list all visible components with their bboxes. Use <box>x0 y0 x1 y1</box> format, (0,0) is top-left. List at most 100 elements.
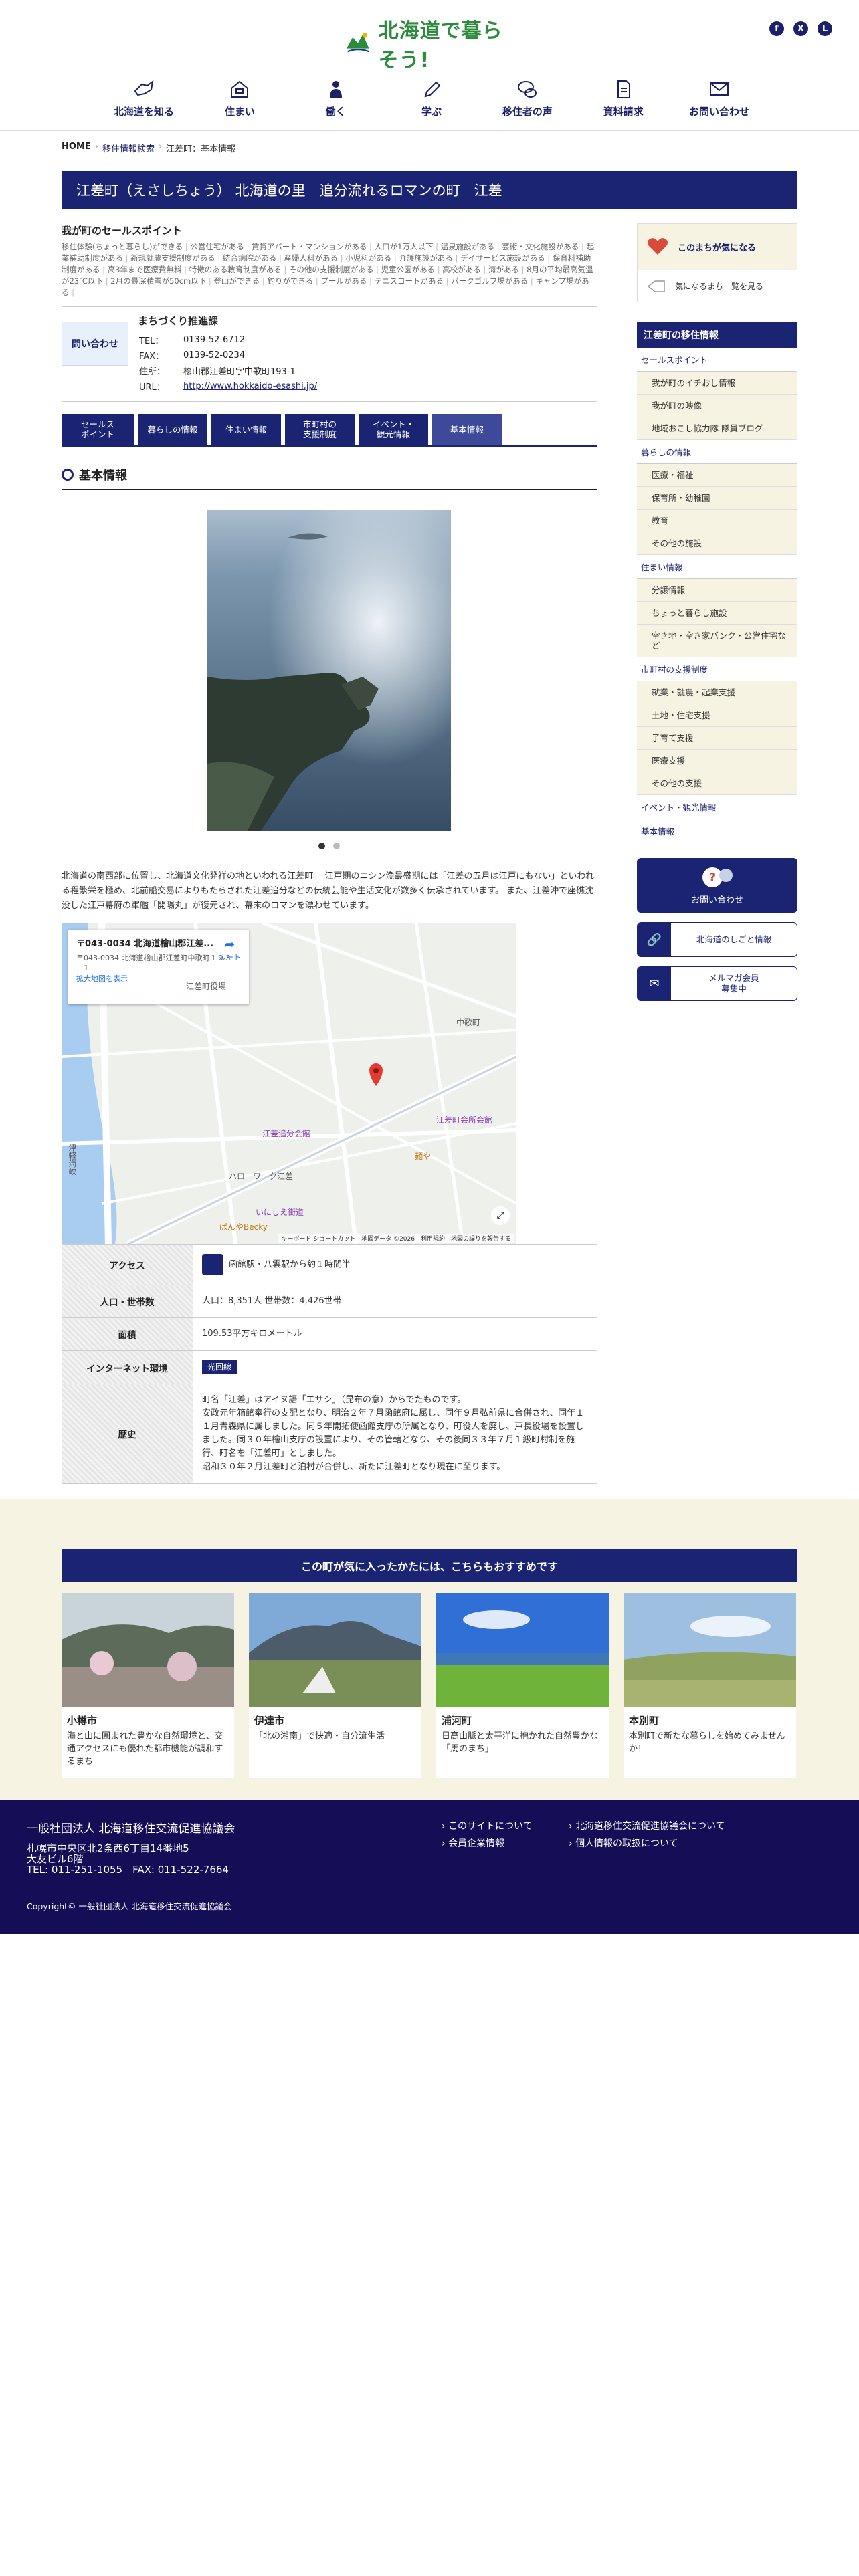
fullscreen-icon[interactable]: ⤢ <box>491 1206 510 1225</box>
slider-dot[interactable] <box>318 843 325 849</box>
footer-copyright: Copyright© 一般社団法人 北海道移住交流促進協議会 <box>27 1901 232 1911</box>
map-info-card: 〒043-0034 北海道檜山郡江差... 〒043-0034 北海道檜山郡江差… <box>68 930 249 1004</box>
map-route-button[interactable]: ➦ ルート <box>219 938 241 962</box>
map-enlarge-link[interactable]: 拡大地図を表示 <box>76 974 128 983</box>
question-bubble-icon: ? <box>702 867 733 887</box>
sidebar-item[interactable]: 分譲情報 <box>637 579 797 602</box>
section-title: 基本情報 <box>79 469 127 483</box>
nav-materials[interactable]: 資料請求 <box>593 79 654 118</box>
nav-label: 資料請求 <box>603 106 644 118</box>
nav-voices[interactable]: 移住者の声 <box>497 79 557 118</box>
nav-learn[interactable]: 学ぶ <box>401 79 462 118</box>
sidebar-item[interactable]: 土地・住宅支援 <box>637 704 797 727</box>
recommend-card[interactable]: 伊達市 「北の湘南」で快適・自分流生活 <box>249 1593 421 1778</box>
inquiry-label: お問い合わせ <box>690 895 743 905</box>
contact-row: 住所： 桧山郡江差町字中歌町193-1 <box>139 364 317 378</box>
recommend-card[interactable]: 浦河町 日高山脈と太平洋に抱かれた自然豊かな「馬のまち」 <box>436 1593 609 1778</box>
mailmag-link[interactable]: ✉ メルマガ会員 募集中 <box>637 966 797 1001</box>
selling-point-tag: デイサービス施設がある <box>460 253 553 263</box>
contact-button[interactable]: 問い合わせ <box>62 322 128 366</box>
footer-link-privacy[interactable]: 個人情報の取扱について <box>569 1836 769 1850</box>
worker-icon <box>329 81 342 98</box>
nav-label: 働く <box>325 106 346 118</box>
selling-point-tag: 2月の最深積雪が50cm以下 <box>110 276 213 286</box>
sidebar-category[interactable]: セールスポイント <box>637 348 797 372</box>
recommend-cards: 小樽市 海と山に囲まれた豊かな自然環境と、交通アクセスにも優れた都市機能が調和す… <box>62 1593 797 1778</box>
slider-dot[interactable] <box>333 843 340 849</box>
sidebar-category[interactable]: 市町村の支援制度 <box>637 657 797 681</box>
google-map[interactable]: 〒043-0034 北海道檜山郡江差... 〒043-0034 北海道檜山郡江差… <box>62 923 516 1244</box>
sidebar-category[interactable]: 基本情報 <box>637 819 797 843</box>
tab-housing[interactable]: 住まい情報 <box>211 414 281 445</box>
recommend-desc: 本別町で新たな暮らしを始めてみませんか！ <box>629 1731 785 1754</box>
selling-point-tag: 介護施設がある <box>399 253 460 263</box>
selling-point-tag: 公営住宅がある <box>190 242 252 251</box>
tab-living[interactable]: 暮らしの情報 <box>138 414 207 445</box>
fiber-badge: 光回線 <box>202 1360 237 1374</box>
sidebar-item[interactable]: 医療・福祉 <box>637 464 797 487</box>
tab-events[interactable]: イベント・ 観光情報 <box>359 414 428 445</box>
sidebar-category[interactable]: イベント・観光情報 <box>637 795 797 819</box>
x-icon[interactable]: X <box>793 21 808 36</box>
sidebar-item[interactable]: 空き地・空き家バンク・公営住宅など <box>637 625 797 657</box>
sidebar-category[interactable]: 住まい情報 <box>637 555 797 579</box>
sidebar-item[interactable]: その他の施設 <box>637 532 797 555</box>
contact-url[interactable]: http://www.hokkaido-esashi.jp/ <box>183 381 317 391</box>
heart-icon <box>647 238 668 255</box>
tab-selling-points[interactable]: セールス ポイント <box>62 414 134 445</box>
sidebar-item[interactable]: ちょっと暮らし施設 <box>637 602 797 625</box>
breadcrumb: HOME › 移住情報検索 › 江差町：基本情報 <box>62 142 235 154</box>
recommend-card[interactable]: 本別町 本別町で新たな暮らしを始めてみませんか！ <box>624 1593 796 1778</box>
sidebar-item[interactable]: 我が町の映像 <box>637 395 797 417</box>
footer-link-association[interactable]: 北海道移住交流促進協議会について <box>569 1819 769 1832</box>
svg-text:?: ? <box>709 871 716 885</box>
selling-point-tag: 小児科がある <box>345 253 399 263</box>
selling-point-tag: 児童公園がある <box>381 265 443 274</box>
nav-work[interactable]: 働く <box>306 79 366 118</box>
site-logo[interactable]: 北海道で暮らそう! <box>343 19 516 72</box>
sidebar-item[interactable]: 教育 <box>637 510 797 532</box>
sidebar-category[interactable]: 暮らしの情報 <box>637 440 797 464</box>
favorite-list-link[interactable]: 気になるまち一覧を見る <box>638 270 797 302</box>
nav-hokkaido[interactable]: 北海道を知る <box>114 79 174 118</box>
sidebar-item[interactable]: 就業・就農・起業支援 <box>637 681 797 704</box>
map-title: 〒043-0034 北海道檜山郡江差... <box>76 939 214 949</box>
tag-icon <box>647 280 665 292</box>
table-value: 109.53平方キロメートル <box>193 1317 597 1351</box>
sidebar-item[interactable]: 地域おこし協力隊 隊員ブログ <box>637 417 797 440</box>
breadcrumb-current: 江差町：基本情報 <box>166 144 236 154</box>
slider-dots <box>62 843 597 849</box>
nav-housing[interactable]: 住まい <box>209 79 270 118</box>
nav-contact[interactable]: お問い合わせ <box>689 79 749 118</box>
basic-info-table: アクセス 函館駅・八雲駅から約１時間半 人口・世帯数 人口：8,351人 世帯数… <box>62 1244 597 1484</box>
contact-key: TEL： <box>139 336 164 346</box>
footer-link-about[interactable]: このサイトについて <box>442 1819 569 1832</box>
jobs-label: 北海道のしごと情報 <box>696 934 772 944</box>
facebook-icon[interactable]: f <box>769 21 784 36</box>
map-label: 津軽海峡 <box>68 1144 77 1176</box>
selling-point-tag: パークゴルフ場がある <box>451 276 535 286</box>
date-photo <box>249 1593 421 1707</box>
jobs-link[interactable]: 🔗 北海道のしごと情報 <box>637 922 797 957</box>
tab-support[interactable]: 市町村の 支援制度 <box>285 414 355 445</box>
table-value-cell: 光回線 <box>193 1350 597 1384</box>
footer-link-members[interactable]: 会員企業情報 <box>442 1836 569 1850</box>
inquiry-button[interactable]: ? お問い合わせ <box>637 858 797 913</box>
table-value: 町名「江差」はアイヌ語「エサシ」（昆布の意）からでたものです。 安政元年箱館奉行… <box>193 1384 597 1484</box>
sidebar-item[interactable]: 我が町のイチおし情報 <box>637 372 797 395</box>
contact-row: TEL： 0139-52-6712 <box>139 333 317 347</box>
tab-basic-info[interactable]: 基本情報 <box>432 414 502 445</box>
sidebar-item[interactable]: その他の支援 <box>637 772 797 795</box>
recommend-card[interactable]: 小樽市 海と山に囲まれた豊かな自然環境と、交通アクセスにも優れた都市機能が調和す… <box>62 1593 234 1778</box>
sidebar-item[interactable]: 子育て支援 <box>637 727 797 750</box>
favorite-button[interactable]: このまちが気になる <box>638 224 797 270</box>
town-aerial-photo[interactable] <box>207 510 451 831</box>
contact-value: 桧山郡江差町字中歌町193-1 <box>183 367 296 377</box>
breadcrumb-search[interactable]: 移住情報検索 <box>102 142 155 154</box>
sidebar-item[interactable]: 医療支援 <box>637 750 797 772</box>
breadcrumb-home[interactable]: HOME <box>62 142 91 154</box>
page-title: 江差町（えさしちょう） 北海道の里 追分流れるロマンの町 江差 <box>62 171 797 209</box>
breadcrumb-separator: › <box>158 142 163 152</box>
line-icon[interactable]: L <box>818 21 832 36</box>
sidebar-item[interactable]: 保育所・幼稚園 <box>637 487 797 510</box>
